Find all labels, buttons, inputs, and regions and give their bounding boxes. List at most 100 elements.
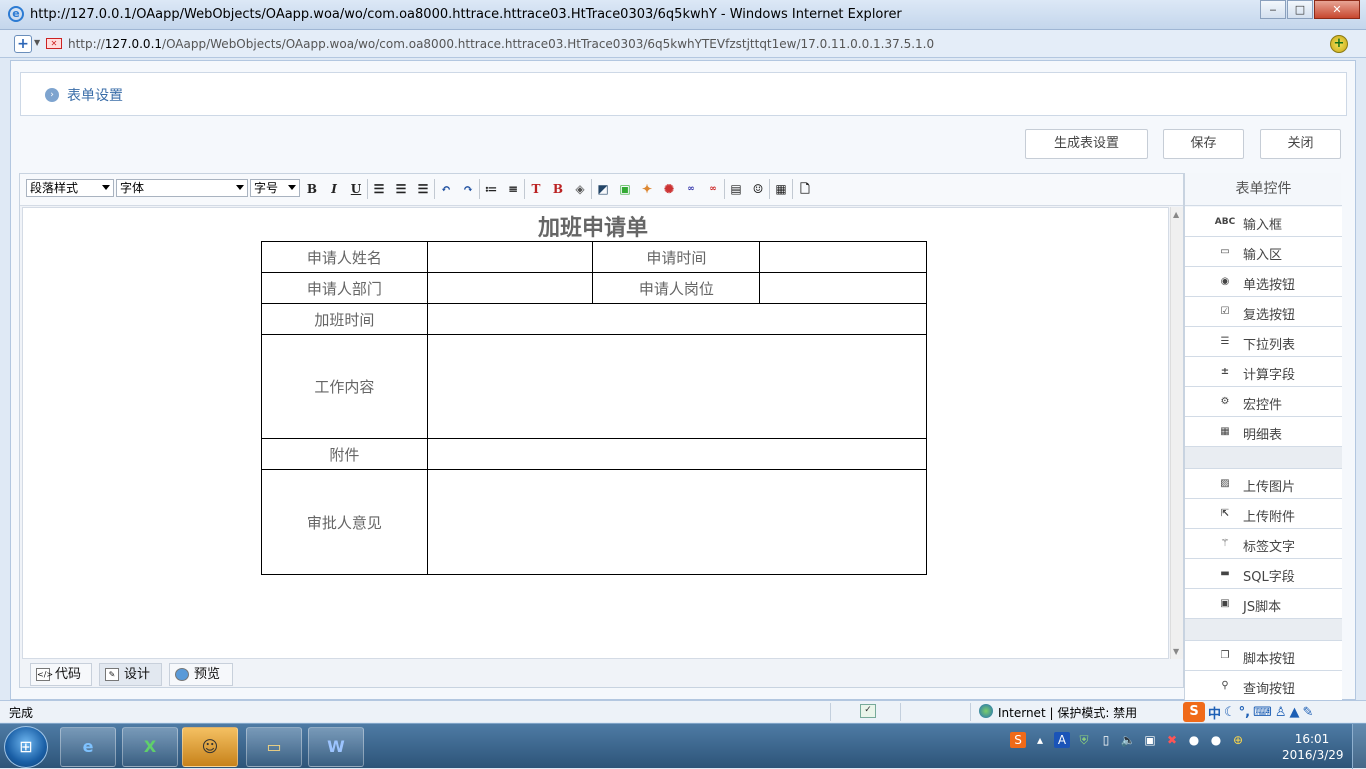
maximize-button[interactable]: □ [1287,0,1313,19]
ordered-list-icon[interactable]: ≔ [482,180,500,198]
tab-preview[interactable]: 预览 [169,663,233,686]
network-icon[interactable]: ▣ [1142,732,1158,748]
close-button[interactable]: 关闭 [1260,129,1341,159]
table-cell-label: 审批人意见 [261,469,428,575]
panel-item-label: 标签文字 [1243,540,1296,555]
url-field[interactable]: http://127.0.0.1/OAapp/WebObjects/OAapp.… [68,37,934,51]
dropdown-arrow-icon[interactable]: ▼ [34,38,40,47]
redo-icon[interactable]: ↷ [459,180,477,198]
align-left-icon[interactable]: ☰ [370,180,388,198]
go-icon[interactable]: + [1330,35,1348,53]
tab-code[interactable]: </> 代码 [30,663,92,686]
editor-scrollbar[interactable]: ▲ ▼ [1170,207,1183,659]
tray-arrow-icon[interactable]: ▴ [1032,732,1048,748]
sogou-tray-icon[interactable]: S [1010,732,1026,748]
panel-item-search[interactable]: ⚲ 查询按钮 [1185,671,1342,701]
taskbar-word-icon[interactable]: W [308,727,364,767]
shield-icon[interactable]: ⛨ [1076,732,1092,748]
taskbar-explorer-icon[interactable]: ▭ [246,727,302,767]
table-cell-input[interactable] [426,334,928,439]
device-icon[interactable]: ▯ [1098,732,1114,748]
start-button[interactable]: ⊞ [4,726,48,768]
minimize-button[interactable]: ‒ [1260,0,1286,19]
new-document-icon[interactable]: 🗋 [796,180,814,198]
insert-table-icon[interactable]: ▦ [772,180,790,198]
skin-icon[interactable]: ▲ [1290,705,1300,720]
clock[interactable]: 16:01 2016/3/29 [1282,731,1344,763]
moon-icon[interactable]: ☾ [1224,705,1236,720]
panel-item-copy[interactable]: ❐ 脚本按钮 [1185,641,1342,671]
ie-logo-icon: e [8,6,24,22]
panel-item-textarea[interactable]: ▭ 输入区 [1185,237,1342,267]
insert-date-icon[interactable]: ▤ [727,180,745,198]
underline-button[interactable]: U [347,180,365,198]
ime-mode-label[interactable]: 中 [1208,703,1221,722]
insert-emoticon-icon[interactable]: ☺ [749,180,767,198]
taskbar-excel-icon[interactable]: X [122,727,178,767]
keyboard-icon[interactable]: ⌨ [1253,705,1272,720]
compat-view-icon[interactable]: ✓ [860,704,876,718]
new-tab-icon[interactable]: + [14,35,32,53]
user-icon[interactable]: ♙ [1275,705,1287,720]
punctuation-icon[interactable]: °, [1239,705,1250,720]
plus-circle-icon[interactable]: ⊕ [1230,732,1246,748]
format-painter-icon[interactable]: ◈ [571,180,589,198]
panel-item-list[interactable]: ☰ 下拉列表 [1185,327,1342,357]
panel-item-image[interactable]: ▨ 上传图片 [1185,469,1342,499]
wrench-icon[interactable]: ✎ [1303,705,1314,720]
paragraph-style-select[interactable]: 段落样式 [26,179,114,197]
panel-item-attach[interactable]: ⇱ 上传附件 [1185,499,1342,529]
insert-flash-icon[interactable]: ✦ [638,180,656,198]
table-cell-input[interactable] [426,469,928,575]
form-title: 加班申请单 [537,216,648,241]
undo-icon[interactable]: ↶ [437,180,455,198]
editor-canvas[interactable]: 加班申请单 申请人姓名 申请时间 申请人部门 申请人岗位 加班时间 工作内容 附… [22,207,1169,659]
qq2-icon[interactable]: ● [1208,732,1224,748]
unlink-icon[interactable]: ∞ [704,180,722,198]
unordered-list-icon[interactable]: ≡ [504,180,522,198]
scroll-down-icon[interactable]: ▼ [1173,647,1179,656]
bold-button[interactable]: B [303,180,321,198]
align-center-icon[interactable]: ☰ [392,180,410,198]
scroll-up-icon[interactable]: ▲ [1173,210,1179,219]
insert-media-icon[interactable]: ✺ [660,180,678,198]
close-window-button[interactable]: ✕ [1314,0,1360,19]
qq-icon[interactable]: ● [1186,732,1202,748]
taskbar-ie-icon[interactable]: e [60,727,116,767]
text-color-icon[interactable]: T [527,180,545,198]
panel-item-label: 脚本按钮 [1243,652,1296,667]
font-size-select[interactable]: 字号 [250,179,300,197]
clear-format-icon[interactable]: ◩ [594,180,612,198]
alert-icon[interactable]: ✖ [1164,732,1180,748]
security-error-icon[interactable]: ✕ [46,38,62,49]
panel-item-folder[interactable]: ▬ SQL字段 [1185,559,1342,589]
panel-item-abc-text[interactable]: ABC 输入框 [1185,207,1342,237]
panel-item-gear[interactable]: ⚙ 宏控件 [1185,387,1342,417]
panel-item-wand[interactable]: ⚚ 标签文字 [1185,529,1342,559]
tab-design[interactable]: ✎ 设计 [99,663,162,686]
panel-item-calculator[interactable]: ± 计算字段 [1185,357,1342,387]
taskbar-avatar-icon[interactable]: ☺ [182,727,238,767]
align-right-icon[interactable]: ☰ [414,180,432,198]
volume-icon[interactable]: 🔈 [1120,732,1136,748]
table-cell-input[interactable] [759,241,927,273]
insert-image-icon[interactable]: ▣ [616,180,634,198]
table-cell-input[interactable] [426,438,928,470]
table-cell-input[interactable] [426,241,594,273]
show-desktop-button[interactable] [1352,724,1366,769]
panel-item-grid[interactable]: ▦ 明细表 [1185,417,1342,447]
font-a-icon[interactable]: A [1054,732,1070,748]
italic-button[interactable]: I [325,180,343,198]
panel-item-radio[interactable]: ◉ 单选按钮 [1185,267,1342,297]
panel-item-script[interactable]: ▣ JS脚本 [1185,589,1342,619]
font-select[interactable]: 字体 [116,179,248,197]
sogou-ime-icon[interactable]: S [1183,702,1205,722]
save-button[interactable]: 保存 [1163,129,1244,159]
insert-link-icon[interactable]: ∞ [682,180,700,198]
generate-table-button[interactable]: 生成表设置 [1025,129,1148,159]
panel-item-checkbox[interactable]: ☑ 复选按钮 [1185,297,1342,327]
table-cell-input[interactable] [426,272,594,304]
table-cell-input[interactable] [426,303,928,335]
background-color-icon[interactable]: B [549,180,567,198]
table-cell-input[interactable] [759,272,927,304]
